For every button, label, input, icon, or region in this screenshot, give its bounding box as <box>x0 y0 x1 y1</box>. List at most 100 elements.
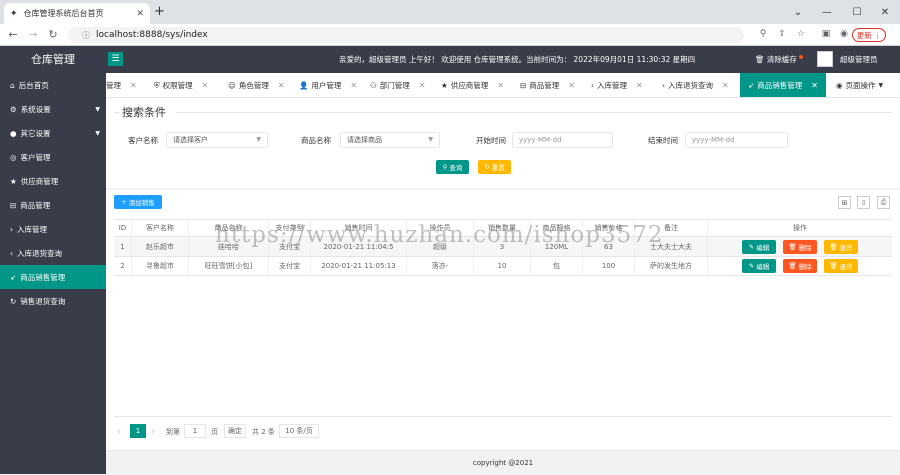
return-label: 退货 <box>839 243 853 252</box>
goods-select[interactable]: 请选择商品 ▼ <box>340 132 440 148</box>
sidebar-item-other-settings[interactable]: ● 其它设置 ▼ <box>0 121 106 145</box>
pager-confirm-button[interactable]: 确定 <box>224 424 246 438</box>
sidebar-item-goods[interactable]: ⊟ 商品管理 <box>0 193 106 217</box>
close-window-icon[interactable]: ✕ <box>870 0 900 24</box>
col-pay[interactable]: 支付类型 <box>268 220 310 236</box>
close-icon[interactable]: ✕ <box>568 81 575 90</box>
close-icon[interactable]: ✕ <box>811 81 818 90</box>
edit-button[interactable]: ✎ 编辑 <box>742 239 776 254</box>
columns-filter-icon[interactable]: ⊞ <box>838 196 851 209</box>
close-icon[interactable]: ✕ <box>202 81 209 90</box>
home-icon: ⌂ <box>10 80 15 90</box>
cell-id: 1 <box>120 242 125 251</box>
profile-icon[interactable]: ◉ <box>838 29 850 39</box>
close-icon[interactable]: ✕ <box>722 81 729 90</box>
reset-button[interactable]: ↻ 重置 <box>478 160 511 174</box>
start-date-input[interactable]: yyyy-MM-dd <box>512 132 613 148</box>
table-row[interactable]: 1 赵乐超市 娃哈哈 支付宝 2020-01-21 11:04:5 超级 3 1… <box>114 236 892 256</box>
customer-select[interactable]: 请选择客户 ▼ <box>166 132 268 148</box>
shield-icon: ⛨ <box>154 80 160 90</box>
close-tab-icon[interactable]: ✕ <box>136 9 144 19</box>
table-row[interactable]: 2 寻鲁超市 旺旺雪饼[小包] 支付宝 2020-01-21 11:05:13 … <box>114 256 892 276</box>
col-customer[interactable]: 客户名称 <box>131 220 188 236</box>
url-field[interactable]: ⓘ localhost:8888/sys/index <box>68 27 744 43</box>
col-price[interactable]: 销售价格 <box>582 220 634 236</box>
close-icon[interactable]: ✕ <box>130 81 137 90</box>
page-ops-dropdown[interactable]: ◉ 页面操作 ▼ <box>836 73 883 97</box>
sidebar-item-system-settings[interactable]: ⚙ 系统设置 ▼ <box>0 97 106 121</box>
update-button[interactable]: 更新 ⋮ <box>852 28 886 42</box>
pager-per-page-select[interactable]: 10 条/页 <box>279 424 319 438</box>
close-icon[interactable]: ✕ <box>278 81 285 90</box>
col-spec[interactable]: 商品规格 <box>530 220 582 236</box>
tab-partial-manage[interactable]: 管理 ✕ <box>106 73 137 97</box>
forward-icon[interactable]: → <box>26 28 40 42</box>
tab-permission[interactable]: ⛨ 权限管理 ✕ <box>154 73 209 97</box>
col-operator[interactable]: 操作员 <box>406 220 473 236</box>
reload-icon[interactable]: ↻ <box>46 28 60 42</box>
tab-user[interactable]: 👤 用户管理 ✕ <box>299 73 357 97</box>
delete-button[interactable]: 🗑 删除 <box>783 239 817 254</box>
col-remark[interactable]: 备注 <box>634 220 707 236</box>
share-icon[interactable]: ⇪ <box>776 29 788 39</box>
return-button[interactable]: 🗑 退货 <box>824 239 858 254</box>
add-sale-button[interactable]: + 添加销售 <box>114 195 162 209</box>
tab-role[interactable]: ☺ 角色管理 ✕ <box>228 73 285 97</box>
tab-suppliers[interactable]: ★ 供应商管理 ✕ <box>441 73 504 97</box>
page-tab-strip: 管理 ✕ ⛨ 权限管理 ✕ ☺ 角色管理 ✕ 👤 用户管理 ✕ ⚇ 部门管理 ✕ ★ 供应商管理 ✕ … <box>106 73 900 98</box>
col-qty[interactable]: 销售数量 <box>473 220 530 236</box>
delete-button[interactable]: 🗑 删除 <box>783 259 817 273</box>
maximize-icon[interactable]: ☐ <box>842 0 872 24</box>
tab-label: 角色管理 <box>238 81 269 90</box>
admin-menu[interactable]: 超级管理员 <box>840 46 878 73</box>
cell-goods: 娃哈哈 <box>188 237 268 256</box>
cell-qty: 3 <box>473 237 530 256</box>
tab-sales[interactable]: ➶ 商品销售管理 ✕ <box>740 73 826 97</box>
browser-tab[interactable]: ✦ 仓库管理系统后台首页 ✕ <box>4 3 150 24</box>
sidepanel-icon[interactable]: ▣ <box>820 29 832 39</box>
tab-label: 用户管理 <box>311 81 342 90</box>
tab-inbound[interactable]: › 入库管理 ✕ <box>591 73 643 97</box>
zoom-icon[interactable]: ⚲ <box>757 29 769 39</box>
sidebar-item-sales[interactable]: ➶ 商品销售管理 <box>0 265 106 289</box>
close-icon[interactable]: ✕ <box>497 81 504 90</box>
print-icon[interactable]: ⎙ <box>877 196 890 209</box>
clear-cache-link[interactable]: 🗑 清除缓存 <box>755 46 797 73</box>
cell-customer: 寻鲁超市 <box>131 257 188 275</box>
end-date-input[interactable]: yyyy-MM-dd <box>685 132 788 148</box>
tab-search-icon[interactable]: ⌄ <box>783 0 813 24</box>
pager-next[interactable]: › <box>151 426 155 437</box>
menu-toggle-button[interactable]: ☰ <box>108 52 123 66</box>
new-tab-button[interactable]: + <box>154 4 165 19</box>
tab-department[interactable]: ⚇ 部门管理 ✕ <box>370 73 426 97</box>
export-icon[interactable]: ⇩ <box>857 196 870 209</box>
tab-goods[interactable]: ⊟ 商品管理 ✕ <box>520 73 575 97</box>
back-icon[interactable]: ← <box>6 28 20 42</box>
tab-inbound-returns[interactable]: ‹ 入库退货查询 ✕ <box>662 73 729 97</box>
col-time[interactable]: 销售时间 <box>310 220 406 236</box>
avatar[interactable] <box>817 51 833 67</box>
pager-prev[interactable]: ‹ <box>117 426 121 437</box>
edit-button[interactable]: ✎ 编辑 <box>742 259 776 273</box>
return-button[interactable]: 🗑 退货 <box>824 259 858 273</box>
sidebar-item-inbound-returns[interactable]: ‹ 入库退货查询 <box>0 241 106 265</box>
bookmark-star-icon[interactable]: ☆ <box>795 29 807 39</box>
query-button[interactable]: ⚲ 查询 <box>436 160 469 174</box>
col-actions[interactable]: 操作 <box>707 220 892 236</box>
col-goods[interactable]: 商品名称 <box>188 220 268 236</box>
close-icon[interactable]: ✕ <box>636 81 643 90</box>
close-icon[interactable]: ✕ <box>419 81 426 90</box>
sidebar-item-customers[interactable]: ◎ 客户管理 <box>0 145 106 169</box>
close-icon[interactable]: ✕ <box>350 81 357 90</box>
sidebar-item-home[interactable]: ⌂ 后台首页 <box>0 73 106 97</box>
col-id[interactable]: ID <box>114 220 131 236</box>
minimize-icon[interactable]: — <box>812 0 842 24</box>
pager-page-input[interactable]: 1 <box>184 424 206 438</box>
sidebar-item-inbound[interactable]: › 入库管理 <box>0 217 106 241</box>
pager-current[interactable]: 1 <box>130 424 146 438</box>
cart-icon: ⊟ <box>520 81 527 90</box>
sidebar-item-sales-returns[interactable]: ↻ 销售退货查询 <box>0 289 106 313</box>
sidebar-item-suppliers[interactable]: ★ 供应商管理 <box>0 169 106 193</box>
end-date-label: 结束时间 <box>648 136 678 145</box>
notification-dot <box>799 55 803 59</box>
